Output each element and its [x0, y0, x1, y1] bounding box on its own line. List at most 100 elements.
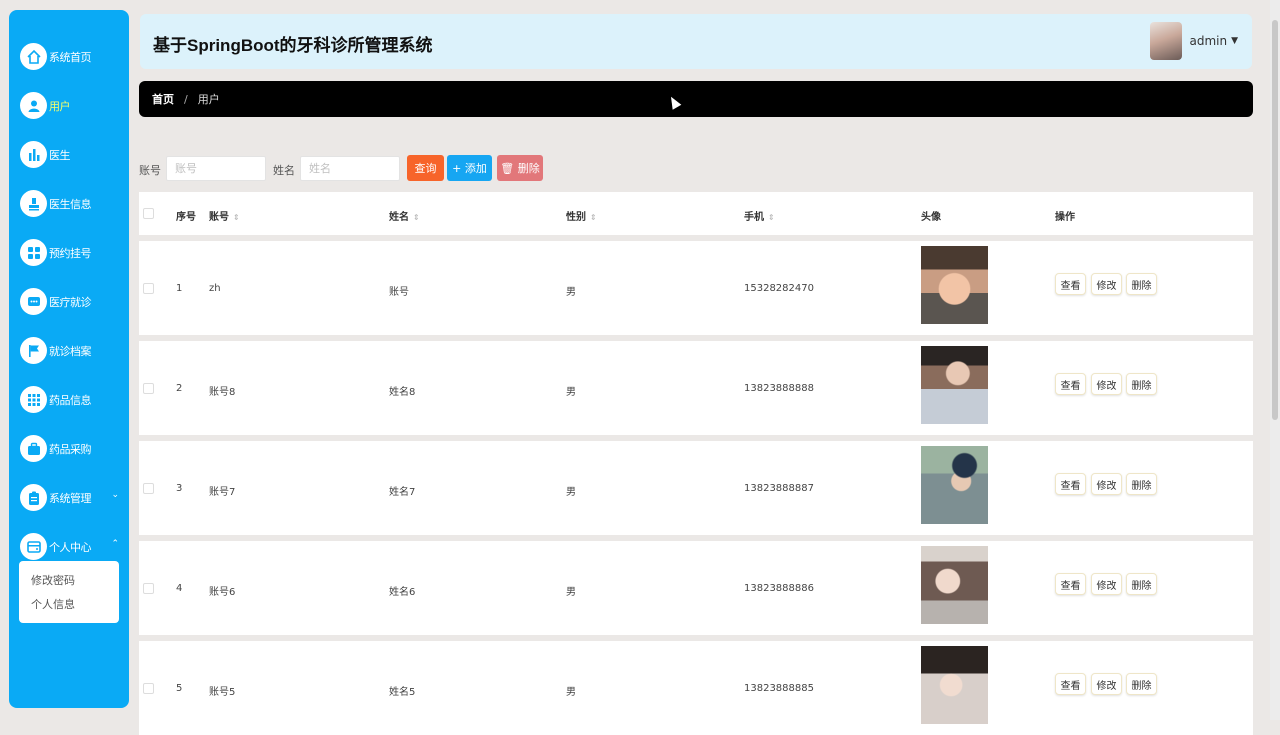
- user-avatar-photo: [921, 446, 988, 524]
- add-button[interactable]: + 添加: [447, 155, 492, 181]
- row-checkbox[interactable]: [143, 483, 154, 494]
- sidebar-item-treatment[interactable]: 医疗就诊: [9, 282, 129, 322]
- user-avatar-photo: [921, 646, 988, 724]
- column-header-avatar: 头像: [921, 212, 941, 223]
- sidebar-item-label: 预约挂号: [49, 247, 92, 260]
- flag-icon: [20, 337, 47, 364]
- column-header-label: 姓名: [389, 212, 409, 223]
- chevron-up-icon: ⌃: [111, 539, 119, 549]
- sort-icon[interactable]: ⇕: [590, 213, 597, 222]
- user-avatar-photo: [921, 546, 988, 624]
- apps-icon: [20, 386, 47, 413]
- view-button[interactable]: 查看: [1055, 373, 1086, 395]
- sidebar-item-medicine-purchase[interactable]: 药品采购: [9, 429, 129, 469]
- top-header: 基于SpringBoot的牙科诊所管理系统 admin ▼: [140, 14, 1252, 69]
- sidebar-item-label: 用户: [49, 100, 71, 113]
- grid-icon: [20, 239, 47, 266]
- sidebar-item-label: 个人中心: [49, 541, 92, 554]
- cell-phone: 13823888887: [744, 483, 814, 494]
- sort-icon[interactable]: ⇕: [768, 213, 775, 222]
- column-header-account[interactable]: 账号 ⇕: [209, 208, 240, 223]
- account-search-input[interactable]: [166, 156, 266, 181]
- select-all-checkbox[interactable]: [143, 208, 154, 219]
- cell-phone: 13823888888: [744, 383, 814, 394]
- caret-down-icon[interactable]: ▼: [1231, 36, 1238, 46]
- delete-button[interactable]: 删除: [1126, 273, 1157, 295]
- sidebar: 系统首页 用户 医生 医生信息 预约挂号 医疗就诊 就诊档案 药品信息 药品采购…: [9, 10, 129, 708]
- delete-button[interactable]: 删除: [1126, 673, 1157, 695]
- user-menu[interactable]: admin ▼: [1150, 22, 1238, 60]
- cell-account: zh: [209, 283, 221, 294]
- column-header-name[interactable]: 姓名 ⇕: [389, 208, 420, 223]
- query-button[interactable]: 查询: [407, 155, 444, 181]
- page-scrollbar[interactable]: [1270, 0, 1280, 720]
- sidebar-item-home[interactable]: 系统首页: [9, 37, 129, 77]
- name-search-label: 姓名: [273, 164, 295, 177]
- column-header-index: 序号: [176, 212, 196, 223]
- submenu-item-personal-info[interactable]: 个人信息: [19, 597, 119, 621]
- sidebar-item-label: 医疗就诊: [49, 296, 92, 309]
- username-label[interactable]: admin: [1189, 34, 1227, 48]
- sort-icon[interactable]: ⇕: [413, 213, 420, 222]
- row-checkbox[interactable]: [143, 383, 154, 394]
- edit-button[interactable]: 修改: [1091, 673, 1122, 695]
- edit-button[interactable]: 修改: [1091, 373, 1122, 395]
- view-button[interactable]: 查看: [1055, 673, 1086, 695]
- column-header-label: 性别: [566, 212, 586, 223]
- delete-button[interactable]: 删除: [1126, 473, 1157, 495]
- sidebar-item-label: 系统首页: [49, 51, 92, 64]
- cell-name: 姓名7: [389, 487, 416, 498]
- cell-gender: 男: [566, 587, 576, 598]
- cell-index: 5: [176, 683, 183, 694]
- breadcrumb: 首页 / 用户: [139, 81, 1253, 117]
- column-header-actions: 操作: [1055, 212, 1075, 223]
- table-row: 3 账号7 姓名7 男 13823888887 查看 修改 删除: [139, 441, 1253, 535]
- table-row: 1 zh 账号 男 15328282470 查看 修改 删除: [139, 241, 1253, 335]
- scrollbar-thumb[interactable]: [1272, 20, 1278, 420]
- sidebar-item-label: 药品采购: [49, 443, 92, 456]
- sort-icon[interactable]: ⇕: [233, 213, 240, 222]
- edit-button[interactable]: 修改: [1091, 573, 1122, 595]
- submenu-item-change-password[interactable]: 修改密码: [19, 573, 119, 597]
- view-button[interactable]: 查看: [1055, 573, 1086, 595]
- cell-index: 3: [176, 483, 183, 494]
- clipboard-icon: [20, 484, 47, 511]
- delete-button[interactable]: 删除: [1126, 573, 1157, 595]
- user-avatar-photo: [921, 346, 988, 424]
- sidebar-item-records[interactable]: 就诊档案: [9, 331, 129, 371]
- sidebar-item-medicine-info[interactable]: 药品信息: [9, 380, 129, 420]
- column-header-phone[interactable]: 手机 ⇕: [744, 208, 775, 223]
- sidebar-item-doctor-info[interactable]: 医生信息: [9, 184, 129, 224]
- view-button[interactable]: 查看: [1055, 273, 1086, 295]
- cell-name: 姓名6: [389, 587, 416, 598]
- sidebar-item-appointment[interactable]: 预约挂号: [9, 233, 129, 273]
- row-checkbox[interactable]: [143, 583, 154, 594]
- briefcase-icon: [20, 435, 47, 462]
- avatar[interactable]: [1150, 22, 1183, 60]
- breadcrumb-home[interactable]: 首页: [152, 91, 174, 107]
- row-checkbox[interactable]: [143, 283, 154, 294]
- sidebar-item-doctor[interactable]: 医生: [9, 135, 129, 175]
- chat-icon: [20, 288, 47, 315]
- view-button[interactable]: 查看: [1055, 473, 1086, 495]
- cell-gender: 男: [566, 687, 576, 698]
- edit-button[interactable]: 修改: [1091, 473, 1122, 495]
- cell-account: 账号8: [209, 387, 236, 398]
- bar-chart-icon: [20, 141, 47, 168]
- row-checkbox[interactable]: [143, 683, 154, 694]
- cell-gender: 男: [566, 287, 576, 298]
- chevron-down-icon: ⌄: [111, 490, 119, 500]
- column-header-gender[interactable]: 性别 ⇕: [566, 208, 597, 223]
- edit-button[interactable]: 修改: [1091, 273, 1122, 295]
- name-search-input[interactable]: [300, 156, 400, 181]
- sidebar-item-user[interactable]: 用户: [9, 86, 129, 126]
- delete-button[interactable]: 删除: [1126, 373, 1157, 395]
- cell-name: 姓名8: [389, 387, 416, 398]
- sidebar-item-label: 医生: [49, 149, 71, 162]
- sidebar-item-system[interactable]: 系统管理 ⌄: [9, 478, 129, 518]
- wallet-icon: [20, 533, 47, 560]
- batch-delete-button[interactable]: 🗑 删除: [497, 155, 543, 181]
- cell-phone: 13823888886: [744, 583, 814, 594]
- cell-index: 4: [176, 583, 183, 594]
- sidebar-item-label: 医生信息: [49, 198, 92, 211]
